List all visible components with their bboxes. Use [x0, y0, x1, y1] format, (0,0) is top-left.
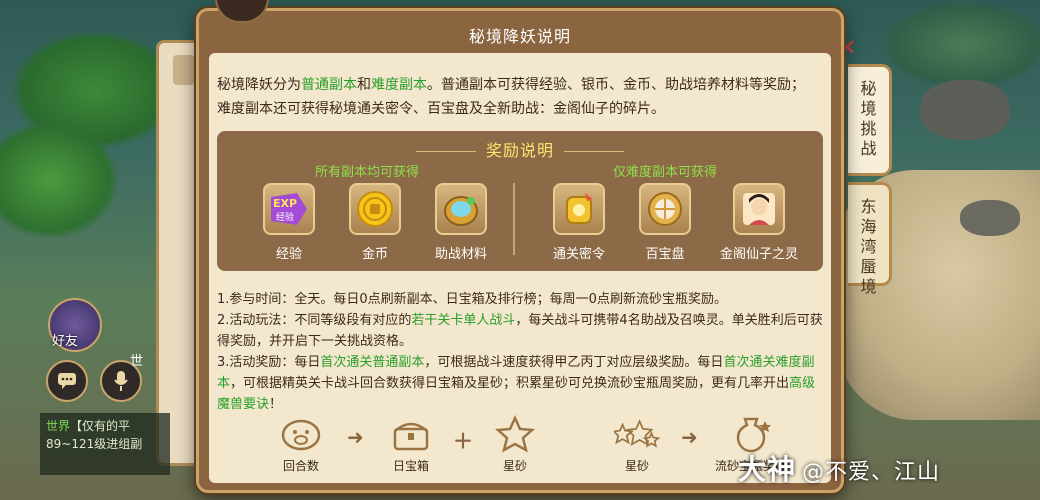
watermark-user: @不爱、江山	[802, 460, 941, 485]
rule-part: 3.活动奖励：每日	[217, 355, 321, 370]
rule-2: 2.活动玩法：不同等级段有对应的若干关卡单人战斗，每关战斗可携带4名助战及召唤灵…	[217, 310, 823, 352]
hard-dungeon-highlight: 难度副本	[371, 77, 427, 93]
pig-icon	[278, 415, 324, 453]
fairy-portrait-icon	[733, 183, 785, 235]
watermark: 大神 @不爱、江山	[738, 448, 940, 488]
reward-panel: 奖励说明 所有副本均可获得 仅难度副本可获得 EXP经验 经验 金币 助战材料	[217, 131, 823, 271]
reward-title: 奖励说明	[217, 137, 823, 161]
assist-material-icon	[435, 183, 487, 235]
exp-icon: EXP 经验	[263, 183, 315, 235]
arrow-right-icon: ➜	[681, 425, 698, 449]
rock	[920, 80, 1010, 140]
pass-token-icon	[553, 183, 605, 235]
flow-item-rounds: 回合数	[269, 415, 333, 474]
rules-text: 1.参与时间：全天。每日0点刷新副本、日宝箱及排行榜；每周一0点刷新流砂宝瓶奖励…	[217, 289, 823, 415]
reward-label: 助战材料	[434, 247, 487, 262]
reward-label: 金币	[361, 247, 388, 262]
reward-label: 金阁仙子之灵	[719, 247, 798, 262]
treasure-plate-icon	[639, 183, 691, 235]
hard-only-subhead: 仅难度副本可获得	[613, 165, 718, 180]
flow-label: 日宝箱	[392, 459, 429, 473]
chat-channel-tag: 世界	[46, 419, 71, 433]
reward-item-assist-material[interactable]: 助战材料	[421, 183, 501, 262]
reward-item-pass-token[interactable]: 通关密令	[539, 183, 619, 262]
rock	[960, 200, 1020, 236]
chat-bubble-button[interactable]	[46, 360, 88, 402]
flow-item-star-sand-pile: 星砂	[605, 415, 669, 474]
reward-label: 通关密令	[552, 247, 605, 262]
flow-item-star-sand: 星砂	[483, 415, 547, 474]
panel-pin-icon	[173, 55, 195, 85]
rule-part: ！	[269, 397, 283, 412]
flow-label: 星砂	[624, 459, 649, 473]
intro-text: 秘境降妖分为普通副本和难度副本。普通副本可获得经验、银币、金币、助战培养材料等奖…	[217, 73, 817, 121]
all-dungeons-subhead: 所有副本均可获得	[315, 165, 420, 180]
dialog-body[interactable]: 秘境降妖分为普通副本和难度副本。普通副本可获得经验、银币、金币、助战培养材料等奖…	[209, 53, 831, 483]
chat-bubble-icon	[58, 373, 76, 389]
reward-label: 经验	[275, 247, 302, 262]
reward-item-gold[interactable]: 金币	[335, 183, 415, 262]
rule-highlight: 若干关卡单人战斗	[411, 313, 516, 328]
reward-item-exp[interactable]: EXP 经验 经验	[249, 183, 329, 262]
world-label: 世	[130, 354, 144, 369]
rule-highlight: 首次通关普通副本	[320, 355, 425, 370]
tab-donghai-mirage[interactable]: 东海湾蜃境	[848, 182, 892, 296]
reward-item-fairy-spirit[interactable]: 金阁仙子之灵	[711, 183, 807, 262]
svg-text:EXP: EXP	[273, 197, 297, 210]
tab-secret-challenge[interactable]: 秘境挑战	[848, 64, 892, 176]
chest-icon	[388, 415, 434, 453]
rule-3: 3.活动奖励：每日首次通关普通副本，可根据战斗速度获得甲乙丙丁对应层级奖励。每日…	[217, 352, 823, 415]
rule-part: ，可根据战斗速度获得甲乙丙丁对应层级奖励。每日	[424, 355, 724, 370]
tab-label: 东海湾蜃境	[860, 197, 877, 296]
flow-label: 回合数	[282, 459, 319, 473]
arrow-right-icon: ➜	[347, 425, 364, 449]
chat-preview[interactable]: 世界【仅有的平 89~121级进组副	[40, 413, 170, 475]
rule-part: 2.活动玩法：不同等级段有对应的	[217, 313, 412, 328]
intro-part: 和	[357, 77, 371, 93]
reward-label: 百宝盘	[645, 247, 685, 262]
reward-flow-diagram: 回合数 ➜ 日宝箱 ＋ 星砂 星砂 ➜ 流砂宝瓶奖励	[217, 415, 823, 479]
help-dialog: 秘境降妖说明 秘境降妖分为普通副本和难度副本。普通副本可获得经验、银币、金币、助…	[196, 0, 844, 493]
reward-item-treasure-plate[interactable]: 百宝盘	[625, 183, 705, 262]
flow-label: 星砂	[502, 459, 527, 473]
flow-item-daily-chest: 日宝箱	[379, 415, 443, 474]
dialog-title: 秘境降妖说明	[468, 27, 571, 46]
rule-1: 1.参与时间：全天。每日0点刷新副本、日宝箱及排行榜；每周一0点刷新流砂宝瓶奖励…	[217, 292, 727, 307]
intro-part: 秘境降妖分为	[217, 77, 301, 93]
chat-line: 89~121级进组副	[46, 437, 143, 451]
star-sand-icon	[492, 415, 538, 453]
dialog-knob	[215, 0, 269, 23]
chat-line: 【仅有的平	[70, 419, 131, 433]
star-sand-pile-icon	[614, 415, 660, 453]
tab-label: 秘境挑战	[860, 79, 877, 158]
svg-text:经验: 经验	[276, 211, 294, 223]
rule-part: ，可根据精英关卡战斗回合数获得日宝箱及星砂；积累星砂可兑换流砂宝瓶周奖励，更有几…	[230, 376, 790, 391]
friend-label: 好友	[52, 334, 79, 349]
plus-icon: ＋	[453, 429, 473, 453]
normal-dungeon-highlight: 普通副本	[301, 77, 357, 93]
gold-coin-icon	[349, 183, 401, 235]
watermark-brand: 大神	[738, 453, 797, 486]
microphone-icon	[114, 371, 128, 391]
palm-foliage	[880, 0, 1040, 90]
reward-divider	[513, 183, 515, 255]
